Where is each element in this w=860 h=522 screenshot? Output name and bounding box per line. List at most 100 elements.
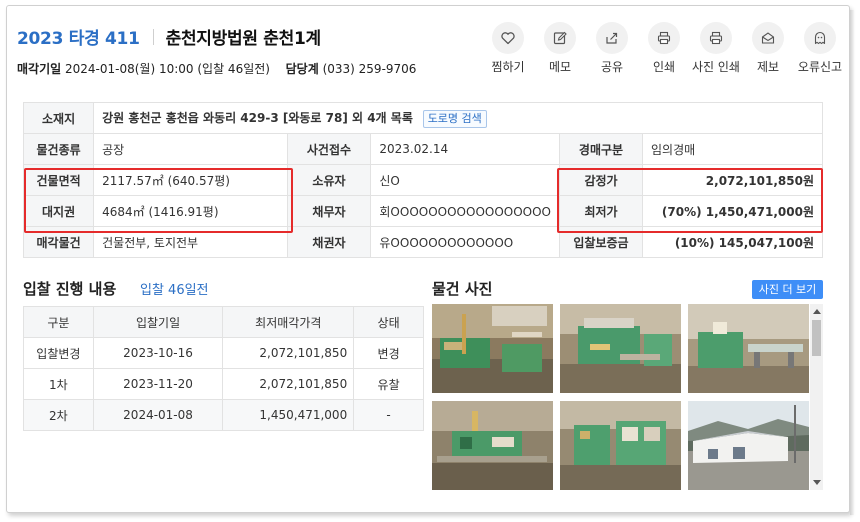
property-photo-4[interactable] — [432, 401, 553, 490]
info-row-sale-item: 매각물건 건물전부, 토지전부 채권자 유OOOOOOOOOOOOO 입찰보증금… — [22, 226, 824, 258]
land-right-label: 대지권 — [22, 195, 95, 227]
bid-status: - — [353, 399, 424, 431]
favorite-label: 찜하기 — [491, 60, 525, 74]
creditor-value: 유OOOOOOOOOOOOO — [370, 226, 561, 258]
property-info-table: 소재지 강원 홍천군 홍천읍 와동리 429-3 [와동로 78] 외 4개 목… — [22, 102, 824, 258]
road-search-button[interactable]: 도로명 검색 — [422, 109, 487, 128]
sale-info-line: 매각기일 2024-01-08(월) 10:00 (입찰 46일전) 담당계 (… — [17, 60, 416, 77]
bid-status-link[interactable]: 변경 — [353, 337, 424, 369]
report-mail-icon — [752, 22, 784, 54]
table-row: 2차 2024-01-08 1,450,471,000 - — [23, 399, 424, 431]
location-value: 강원 홍천군 홍천읍 와동리 429-3 [와동로 78] 외 4개 목록 — [102, 110, 413, 125]
owner-value: 신O — [370, 164, 561, 196]
appraisal-value: 2,072,101,850원 — [641, 164, 824, 196]
location-label: 소재지 — [22, 102, 95, 134]
building-area-value: 2117.57㎡ (640.57평) — [93, 164, 288, 196]
bid-history-dday: 입찰 46일전 — [140, 283, 209, 298]
property-photo-1[interactable] — [432, 304, 553, 393]
sale-date-label: 매각기일 — [17, 62, 62, 76]
info-row-type: 물건종류 공장 사건접수 2023.02.14 경매구분 임의경매 — [22, 133, 824, 165]
info-row-location: 소재지 강원 홍천군 홍천읍 와동리 429-3 [와동로 78] 외 4개 목… — [22, 102, 823, 134]
scroll-thumb[interactable] — [812, 320, 821, 356]
case-number: 2023 타경 411 — [17, 29, 140, 49]
sale-item-label: 매각물건 — [22, 226, 95, 258]
bid-history-table: 구분 입찰기일 최저매각가격 상태 입찰변경 2023-10-16 2,072,… — [23, 306, 424, 431]
ghost-icon — [804, 22, 836, 54]
contact-label: 담당계 — [285, 62, 319, 76]
received-label: 사건접수 — [286, 133, 372, 165]
bid-col-min-price: 최저매각가격 — [222, 306, 355, 338]
bid-date: 2023-10-16 — [92, 337, 224, 369]
creditor-label: 채권자 — [286, 226, 372, 258]
type-label: 물건종류 — [22, 133, 95, 165]
property-photo-5[interactable] — [560, 401, 681, 490]
appraisal-label: 감정가 — [559, 164, 643, 196]
contact-value: (033) 259-9706 — [322, 62, 417, 76]
favorite-button[interactable]: 찜하기 — [482, 22, 534, 75]
info-row-building: 건물면적 2117.57㎡ (640.57평) 소유자 신O 감정가 2,072… — [22, 164, 824, 196]
property-photo-2[interactable] — [560, 304, 681, 393]
panel-shadow — [850, 10, 854, 515]
sale-item-value: 건물전부, 토지전부 — [93, 226, 288, 258]
report-button[interactable]: 제보 — [742, 22, 794, 75]
owner-label: 소유자 — [286, 164, 372, 196]
error-report-label: 오류신고 — [797, 60, 843, 74]
memo-button[interactable]: 메모 — [534, 22, 586, 75]
property-photo-6[interactable] — [688, 401, 809, 490]
case-header: 2023 타경 411 춘천지방법원 춘천1계 — [17, 24, 321, 49]
bid-table-header: 구분 입찰기일 최저매각가격 상태 — [23, 306, 424, 338]
property-photo-3[interactable] — [688, 304, 809, 393]
photo-print-icon — [700, 22, 732, 54]
report-label: 제보 — [756, 60, 780, 74]
print-label: 인쇄 — [652, 60, 676, 74]
deposit-label: 입찰보증금 — [559, 226, 643, 258]
auction-type-value: 임의경매 — [641, 133, 824, 165]
bid-round: 입찰변경 — [23, 337, 94, 369]
received-value: 2023.02.14 — [370, 133, 561, 165]
more-photos-button[interactable]: 사진 더 보기 — [752, 280, 823, 299]
header-divider — [152, 28, 154, 45]
deposit-value: (10%) 145,047,100원 — [641, 226, 824, 258]
scroll-down-arrow-icon[interactable] — [813, 480, 821, 485]
share-label: 공유 — [600, 60, 624, 74]
bid-min-price: 2,072,101,850 — [222, 368, 355, 400]
bid-min-price: 2,072,101,850 — [222, 337, 355, 369]
debtor-value: 회OOOOOOOOOOOOOOOOO — [370, 195, 561, 227]
land-right-value: 4684㎡ (1416.91평) — [93, 195, 288, 227]
action-toolbar: 찜하기 메모 공유 인쇄 사진 인쇄 제보 오류신고 — [482, 22, 846, 75]
photo-print-button[interactable]: 사진 인쇄 — [690, 22, 742, 75]
bid-date: 2024-01-08 — [92, 399, 224, 431]
court-name: 춘천지방법원 춘천1계 — [165, 29, 322, 49]
print-button[interactable]: 인쇄 — [638, 22, 690, 75]
table-row: 1차 2023-11-20 2,072,101,850 유찰 — [23, 368, 424, 400]
bid-min-price: 1,450,471,000 — [222, 399, 355, 431]
type-value: 공장 — [93, 133, 288, 165]
scroll-up-arrow-icon[interactable] — [813, 309, 821, 314]
photo-print-label: 사진 인쇄 — [692, 60, 740, 74]
photo-gallery — [432, 304, 809, 490]
bid-status: 유찰 — [353, 368, 424, 400]
bid-col-type: 구분 — [23, 306, 94, 338]
table-row: 입찰변경 2023-10-16 2,072,101,850 변경 — [23, 337, 424, 369]
bid-col-status: 상태 — [353, 306, 424, 338]
bid-round: 1차 — [23, 368, 94, 400]
bid-round: 2차 — [23, 399, 94, 431]
share-icon — [596, 22, 628, 54]
minimum-price-label: 최저가 — [559, 195, 643, 227]
print-icon — [648, 22, 680, 54]
building-area-label: 건물면적 — [22, 164, 95, 196]
auction-type-label: 경매구분 — [559, 133, 643, 165]
minimum-price-value: (70%) 1,450,471,000원 — [641, 195, 824, 227]
bid-col-date: 입찰기일 — [92, 306, 224, 338]
error-report-button[interactable]: 오류신고 — [794, 22, 846, 75]
heart-icon — [492, 22, 524, 54]
debtor-label: 채무자 — [286, 195, 372, 227]
info-row-land: 대지권 4684㎡ (1416.91평) 채무자 회OOOOOOOOOOOOOO… — [22, 195, 824, 227]
share-button[interactable]: 공유 — [586, 22, 638, 75]
sale-date-value: 2024-01-08(월) 10:00 (입찰 46일전) — [65, 62, 270, 76]
location-cell: 강원 홍천군 홍천읍 와동리 429-3 [와동로 78] 외 4개 목록 도로… — [93, 102, 823, 134]
photos-title: 물건 사진 — [432, 280, 493, 298]
photo-scrollbar[interactable] — [810, 304, 823, 490]
bid-history-title: 입찰 진행 내용 — [23, 280, 117, 298]
bid-date: 2023-11-20 — [92, 368, 224, 400]
